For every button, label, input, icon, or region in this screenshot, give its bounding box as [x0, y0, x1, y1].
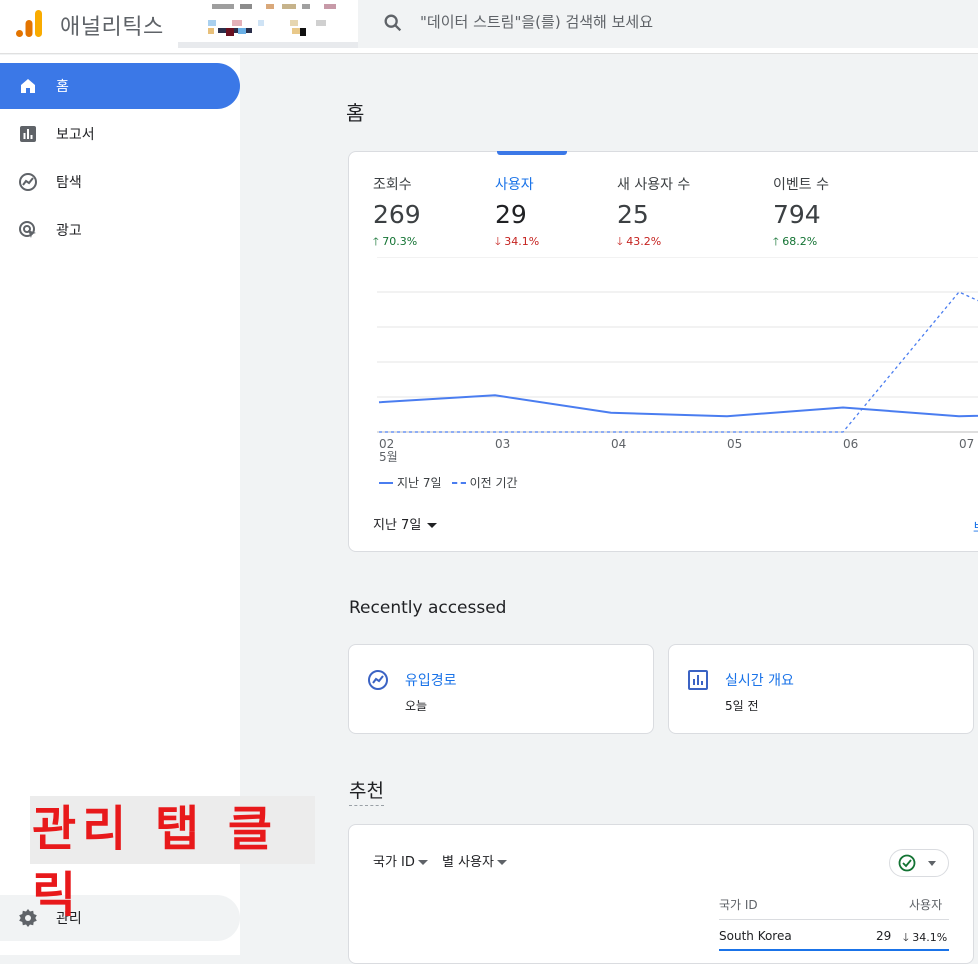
dimension-dropdown[interactable]: 국가 ID [373, 851, 428, 870]
legend-previous: 이전 기간 [469, 476, 518, 490]
search-icon[interactable] [382, 12, 404, 34]
metric-events[interactable]: 이벤트 수 794 🡑 68.2% [773, 174, 829, 252]
sidebar-item-home[interactable]: 홈 [0, 63, 240, 109]
analytics-logo[interactable] [14, 8, 44, 38]
arrow-up-icon: 🡑 [373, 235, 379, 248]
sidebar-item-reports[interactable]: 보고서 [0, 111, 240, 157]
recent-card-title: 실시간 개요 [725, 673, 794, 689]
x-tick-label: 07 [959, 437, 974, 451]
caret-down-icon [928, 861, 936, 866]
arrow-up-icon: 🡑 [773, 235, 779, 248]
compare-toggle[interactable] [889, 849, 949, 877]
table-header-users: 사용자 [909, 898, 943, 912]
home-icon [21, 79, 35, 93]
sidebar-item-label: 탐색 [56, 175, 82, 191]
top-bar: 애널리틱스 "데이터 스트림"을(를) 검색해 보세요 [0, 0, 978, 54]
page-title: 홈 [346, 101, 365, 125]
caret-down-icon [417, 860, 428, 865]
metric-users[interactable]: 사용자 29 🡓 34.1% [495, 174, 539, 252]
legend-solid-swatch [379, 481, 393, 484]
table-cell-country[interactable]: South Korea [719, 929, 792, 943]
metric-views[interactable]: 조회수 269 🡑 70.3% [373, 174, 421, 252]
overview-card: 조회수 269 🡑 70.3% 사용자 29 🡓 34.1% 새 사용자 수 2… [348, 151, 978, 552]
country-users-card: 국가 ID 별 사용자 국가 ID 사용자 South Korea 29 🡓 3… [348, 824, 974, 964]
app-title: 애널리틱스 [60, 15, 164, 40]
sidebar-item-explore[interactable]: 탐색 [0, 159, 240, 205]
chart-legend: 지난 7일 이전 기간 [379, 474, 518, 491]
date-range-dropdown[interactable]: 지난 7일 [373, 514, 438, 533]
arrow-down-icon: 🡓 [495, 235, 501, 248]
table-cell-users: 29 [876, 929, 892, 943]
arrow-down-icon: 🡓 [903, 931, 909, 944]
legend-current: 지난 7일 [397, 476, 442, 490]
account-selector[interactable] [178, 0, 358, 48]
table-divider [719, 919, 949, 920]
sidebar-item-label: 보고서 [56, 127, 95, 143]
view-more-link[interactable]: 보 [973, 517, 978, 536]
explore-icon [19, 173, 37, 191]
recent-card-funnel[interactable]: 유입경로 오늘 [348, 644, 654, 734]
bar-chart-icon [20, 126, 36, 142]
x-tick-label: 06 [843, 437, 858, 451]
sidebar-item-label: 홈 [56, 79, 69, 95]
metric-new-users[interactable]: 새 사용자 수 25 🡓 43.2% [617, 174, 690, 252]
sidebar-item-label: 광고 [56, 223, 82, 239]
bar-chart-icon [688, 670, 708, 690]
recent-card-title: 유입경로 [405, 673, 457, 689]
ads-icon [19, 221, 36, 238]
recent-card-subtitle: 오늘 [405, 699, 428, 713]
instruction-annotation: 관리 탭 클릭 [30, 796, 315, 923]
recently-accessed-title: Recently accessed [349, 598, 507, 618]
table-row-bar [719, 949, 949, 951]
recommendations-title: 추천 [349, 776, 384, 806]
legend-dashed-swatch [451, 481, 466, 484]
caret-down-icon [496, 860, 507, 865]
metric-dropdown[interactable]: 별 사용자 [442, 851, 507, 870]
x-tick-label: 03 [495, 437, 510, 451]
table-header-country: 국가 ID [719, 898, 758, 912]
recent-card-realtime[interactable]: 실시간 개요 5일 전 [668, 644, 974, 734]
arrow-down-icon: 🡓 [617, 235, 623, 248]
series-line-0 [378, 394, 978, 418]
x-tick-label: 02 [379, 437, 394, 451]
recent-card-subtitle: 5일 전 [725, 699, 759, 713]
caret-down-icon [427, 523, 438, 528]
table-cell-change: 🡓 34.1% [903, 931, 948, 944]
x-tick-label: 04 [611, 437, 626, 451]
explore-icon [368, 670, 388, 690]
users-line-chart: 02 03 04 05 06 07 5월 [377, 257, 978, 464]
selected-tab-indicator [497, 151, 567, 155]
x-tick-sublabel: 5월 [379, 450, 398, 464]
check-circle-icon [898, 854, 916, 872]
sidebar-item-ads[interactable]: 광고 [0, 207, 240, 253]
x-tick-label: 05 [727, 437, 742, 451]
search-input[interactable]: "데이터 스트림"을(를) 검색해 보세요 [420, 11, 653, 32]
